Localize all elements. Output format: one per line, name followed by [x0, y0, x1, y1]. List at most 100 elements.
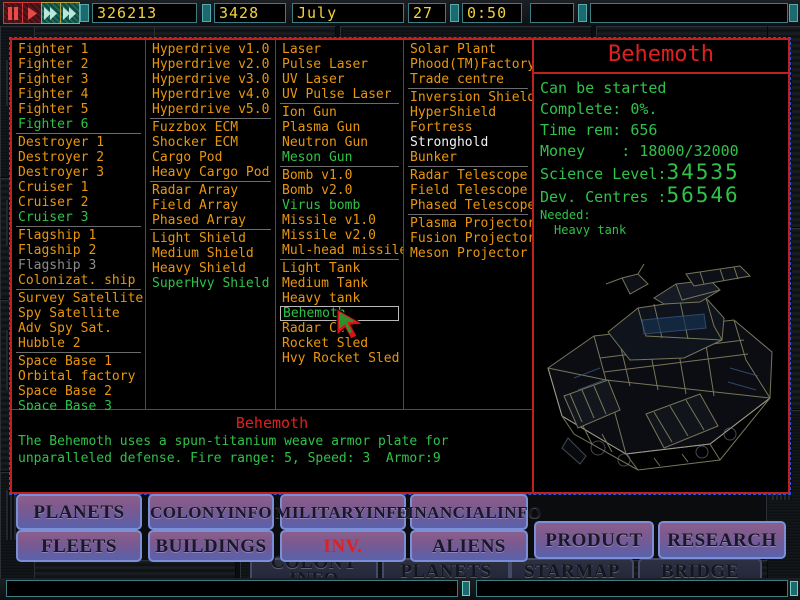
list-item[interactable]: Plasma Projector [408, 216, 532, 231]
list-item[interactable]: Destroyer 2 [16, 150, 145, 165]
list-item[interactable]: Medium Shield [150, 246, 275, 261]
list-item[interactable]: Colonizat. ship [16, 273, 145, 288]
list-item[interactable]: Fighter 4 [16, 87, 145, 102]
list-divider [280, 166, 399, 167]
list-item[interactable]: Pulse Laser [280, 57, 403, 72]
list-item[interactable]: Inversion Shield [408, 90, 532, 105]
button-label: RESEARCH [667, 529, 777, 551]
ships-column[interactable]: Fighter 1 Fighter 2 Fighter 3 Fighter 4 Figh… [12, 40, 146, 410]
list-item[interactable]: Cruiser 1 [16, 180, 145, 195]
list-item[interactable]: Fighter 5 [16, 102, 145, 117]
list-item[interactable]: Light Shield [150, 231, 275, 246]
list-item[interactable]: Hyperdrive v5.0 [150, 102, 275, 117]
list-item[interactable]: Spy Satellite [16, 306, 145, 321]
list-item[interactable]: Destroyer 3 [16, 165, 145, 180]
list-item[interactable]: Meson Projector [408, 246, 532, 261]
components-column[interactable]: Hyperdrive v1.0 Hyperdrive v2.0 Hyperdrive… [146, 40, 276, 410]
list-item[interactable]: Bomb v1.0 [280, 168, 403, 183]
colony-info-button[interactable]: COLONY INFO [148, 494, 274, 530]
bottom-status-strip [0, 578, 800, 600]
list-item[interactable]: Fighter 6 [16, 117, 145, 132]
list-item[interactable]: Phood(TM)Factory [408, 57, 532, 72]
list-item[interactable]: Radar Telescope [408, 168, 532, 183]
list-item[interactable]: Field Telescope [408, 183, 532, 198]
research-button[interactable]: RESEARCH [658, 521, 786, 559]
list-item[interactable]: Hyperdrive v4.0 [150, 87, 275, 102]
list-item[interactable]: Bomb v2.0 [280, 183, 403, 198]
list-item[interactable]: Adv Spy Sat. [16, 321, 145, 336]
buildings-column[interactable]: Solar Plant Phood(TM)Factory Trade centre I… [404, 40, 532, 410]
list-item[interactable]: Fuzzbox ECM [150, 120, 275, 135]
list-item[interactable]: Bunker [408, 150, 532, 165]
list-item[interactable]: Radar Car [280, 321, 403, 336]
list-item[interactable]: Virus bomb [280, 198, 403, 213]
list-item[interactable]: HyperShield [408, 105, 532, 120]
list-item[interactable]: Heavy Cargo Pod [150, 165, 275, 180]
list-item[interactable]: Phased Array [150, 213, 275, 228]
list-item[interactable]: Fusion Projector [408, 231, 532, 246]
list-item[interactable]: UV Laser [280, 72, 403, 87]
list-item[interactable]: Hvy Rocket Sled [280, 351, 403, 366]
list-item[interactable]: SuperHvy Shield [150, 276, 275, 291]
list-item[interactable]: Space Base 2 [16, 384, 145, 399]
aliens-button[interactable]: ALIENS [410, 530, 528, 562]
list-item[interactable]: Ion Gun [280, 105, 403, 120]
list-item[interactable]: Hyperdrive v2.0 [150, 57, 275, 72]
list-item[interactable]: Shocker ECM [150, 135, 275, 150]
financial-info-button[interactable]: FINANCIAL INFO [396, 494, 541, 530]
list-item[interactable]: Hyperdrive v1.0 [150, 42, 275, 57]
product-button[interactable]: PRODUCT [534, 521, 654, 559]
list-item[interactable]: Hyperdrive v3.0 [150, 72, 275, 87]
list-item[interactable]: Medium Tank [280, 276, 403, 291]
list-item[interactable]: Trade centre [408, 72, 532, 87]
list-item[interactable]: Field Array [150, 198, 275, 213]
list-item[interactable]: Space Base 1 [16, 354, 145, 369]
fast-forward-button[interactable] [41, 2, 61, 24]
list-item[interactable]: Fighter 3 [16, 72, 145, 87]
hull-plate [34, 560, 236, 580]
list-item[interactable]: Solar Plant [408, 42, 532, 57]
list-item[interactable]: Radar Array [150, 183, 275, 198]
inv-button[interactable]: INV. [280, 530, 406, 562]
list-item[interactable]: Destroyer 1 [16, 135, 145, 150]
list-item[interactable]: Fighter 1 [16, 42, 145, 57]
list-item[interactable]: Fortress [408, 120, 532, 135]
list-item[interactable]: Orbital factory [16, 369, 145, 384]
list-item[interactable]: Neutron Gun [280, 135, 403, 150]
buildings-button[interactable]: BUILDINGS [148, 530, 274, 562]
list-item[interactable]: Light Tank [280, 261, 403, 276]
list-item[interactable]: Hubble 2 [16, 336, 145, 351]
list-item[interactable]: Rocket Sled [280, 336, 403, 351]
list-item[interactable]: Missile v1.0 [280, 213, 403, 228]
list-item[interactable]: Phased Telescope [408, 198, 532, 213]
list-item[interactable]: Flagship 3 [16, 258, 145, 273]
list-item[interactable]: Behemoth [280, 306, 399, 321]
list-item[interactable]: Stronghold [408, 135, 532, 150]
ultra-fast-forward-button[interactable] [60, 2, 80, 24]
play-button[interactable] [22, 2, 42, 24]
list-item[interactable]: Cruiser 3 [16, 210, 145, 225]
list-item[interactable]: Survey Satellite [16, 291, 145, 306]
weapons-column[interactable]: Laser Pulse Laser UV Laser UV Pulse Laser Io… [276, 40, 404, 410]
list-item[interactable]: Plasma Gun [280, 120, 403, 135]
list-item[interactable]: Cargo Pod [150, 150, 275, 165]
list-item[interactable]: Cruiser 2 [16, 195, 145, 210]
list-item[interactable]: Heavy Shield [150, 261, 275, 276]
list-item[interactable]: Flagship 1 [16, 228, 145, 243]
pause-button[interactable] [3, 2, 23, 24]
info-title: Behemoth [534, 40, 788, 74]
list-item[interactable]: Laser [280, 42, 403, 57]
list-item[interactable]: UV Pulse Laser [280, 87, 403, 102]
list-item[interactable]: Flagship 2 [16, 243, 145, 258]
info-status: Can be started [540, 79, 667, 97]
list-item[interactable]: Heavy tank [280, 291, 403, 306]
list-item[interactable]: Meson Gun [280, 150, 403, 165]
button-label: INFO [227, 502, 273, 522]
list-item[interactable]: Missile v2.0 [280, 228, 403, 243]
planets-button[interactable]: PLANETS [16, 494, 142, 530]
military-info-button[interactable]: MILITARY INFO [275, 494, 410, 530]
list-item[interactable]: Fighter 2 [16, 57, 145, 72]
fleets-button[interactable]: FLEETS [16, 530, 142, 562]
list-item[interactable]: Mul-head missile [280, 243, 403, 258]
list-item[interactable]: Space Base 3 [16, 399, 145, 410]
